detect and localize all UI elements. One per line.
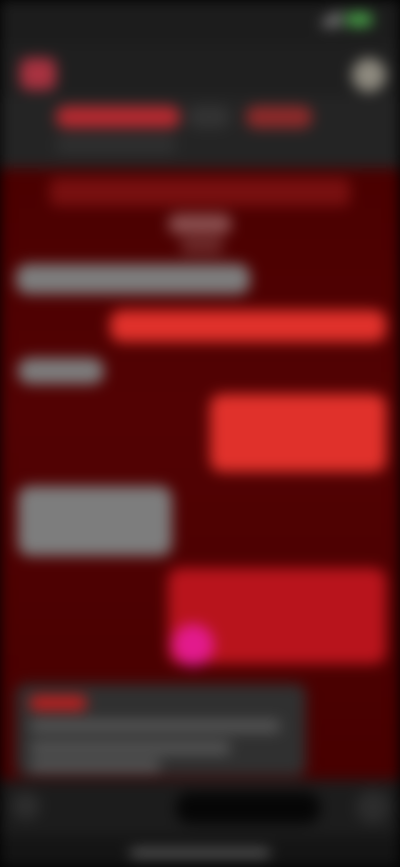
message-line — [30, 742, 230, 754]
status-icons — [322, 12, 372, 26]
sticker-icon[interactable] — [172, 624, 214, 666]
tab-strip — [0, 96, 400, 170]
message-incoming[interactable] — [18, 486, 172, 556]
status-bar — [0, 0, 400, 44]
tab-3[interactable] — [246, 106, 312, 128]
message-outgoing[interactable] — [210, 394, 386, 472]
tab-subtitle — [56, 136, 176, 154]
signal-bars-icon — [322, 12, 340, 26]
tab-1[interactable] — [56, 106, 180, 128]
composer-bar — [0, 780, 400, 836]
message-line — [30, 720, 280, 732]
tab-2[interactable] — [188, 106, 230, 128]
mic-icon[interactable] — [356, 790, 390, 824]
date-sublabel — [180, 238, 224, 254]
home-indicator[interactable] — [130, 850, 270, 856]
bottom-safe-area — [0, 836, 400, 867]
avatar-icon[interactable] — [352, 58, 386, 92]
battery-icon — [346, 12, 372, 26]
message-input[interactable] — [176, 792, 320, 824]
back-icon[interactable] — [20, 58, 56, 90]
message-sender-label — [30, 696, 86, 710]
message-line — [30, 760, 160, 772]
chat-banner — [50, 178, 350, 206]
chat-area[interactable] — [0, 168, 400, 780]
screen — [0, 0, 400, 867]
plus-icon[interactable] — [12, 792, 40, 820]
date-label — [168, 214, 232, 234]
message-outgoing[interactable] — [110, 310, 386, 342]
message-incoming[interactable] — [18, 358, 104, 384]
message-incoming[interactable] — [16, 264, 250, 294]
